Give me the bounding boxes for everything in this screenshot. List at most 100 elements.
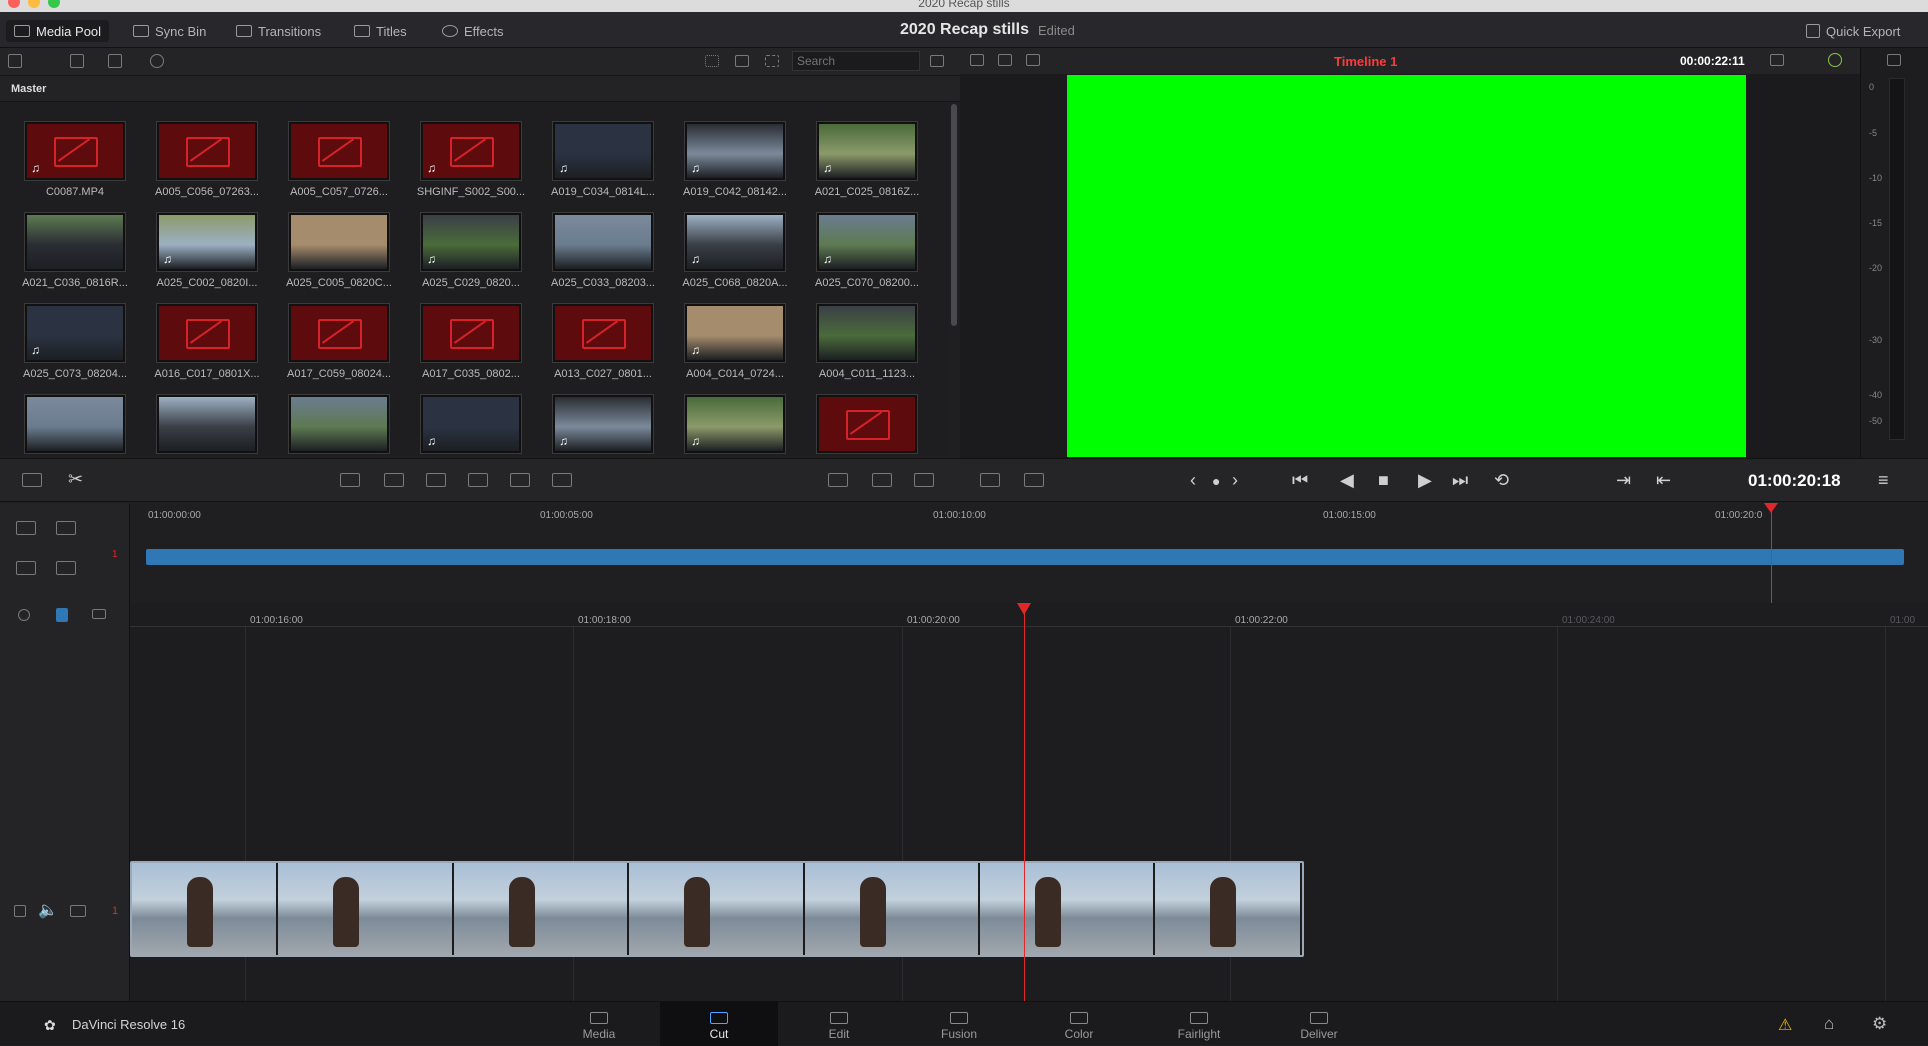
menu-icon[interactable]: ≡ [1878, 470, 1889, 491]
media-clip[interactable]: ♫ [548, 395, 658, 457]
media-clip[interactable]: ♫ [416, 395, 526, 457]
viewer-options-icon[interactable] [1024, 473, 1044, 487]
media-clip[interactable]: A017_C059_08024... [284, 304, 394, 386]
media-clip[interactable]: ♫ A019_C034_0814L... [548, 122, 658, 204]
media-clip[interactable]: ♫ SHGINF_S002_S00... [416, 122, 526, 204]
mark-out-icon[interactable]: ⇤ [1656, 470, 1671, 491]
media-clip[interactable]: A025_C005_0820C... [284, 213, 394, 295]
ripple-overwrite-icon[interactable] [426, 473, 446, 487]
picture-in-picture-icon[interactable] [872, 473, 892, 487]
page-tab-media[interactable]: Media [540, 1002, 658, 1046]
page-tab-fusion[interactable]: Fusion [900, 1002, 1018, 1046]
fit-to-fill-icon[interactable] [828, 473, 848, 487]
smart-insert-icon[interactable] [340, 473, 360, 487]
trim-icon[interactable] [56, 521, 76, 535]
jog-icon[interactable]: ● [1212, 473, 1220, 489]
media-clip[interactable]: A017_C035_0802... [416, 304, 526, 386]
media-clip[interactable]: A005_C056_07263... [152, 122, 262, 204]
media-clip[interactable] [284, 395, 394, 457]
media-clip[interactable]: A025_C033_08203... [548, 213, 658, 295]
append-icon[interactable] [384, 473, 404, 487]
thumbnail-view-icon[interactable] [705, 55, 719, 67]
settings-gear-icon[interactable]: ⚙ [1872, 1014, 1887, 1034]
scissors-icon[interactable]: ✂ [68, 469, 83, 490]
media-clip[interactable]: ♫ A025_C073_08204... [20, 304, 130, 386]
list-view-icon[interactable] [765, 55, 779, 67]
track-height-icon[interactable] [16, 561, 36, 575]
media-clip[interactable]: ♫ A025_C029_0820... [416, 213, 526, 295]
speaker-track-icon[interactable]: 🔈 [38, 900, 58, 920]
media-clip[interactable]: A005_C057_0726... [284, 122, 394, 204]
home-icon[interactable]: ⌂ [1824, 1014, 1834, 1034]
color-scope-icon[interactable] [1828, 53, 1842, 67]
media-clip[interactable] [812, 395, 922, 457]
play-icon[interactable]: ▶ [1418, 470, 1432, 491]
loop-icon[interactable]: ⟲ [1494, 470, 1509, 491]
media-clip[interactable]: A013_C027_0801... [548, 304, 658, 386]
effects-button[interactable]: Effects [442, 20, 504, 42]
media-clip[interactable]: ♫ A021_C025_0816Z... [812, 122, 922, 204]
page-tab-cut[interactable]: Cut [660, 1002, 778, 1046]
search-input[interactable] [792, 51, 920, 71]
page-tab-deliver[interactable]: Deliver [1260, 1002, 1378, 1046]
previous-icon[interactable]: ‹ [1190, 470, 1196, 491]
media-clip[interactable] [152, 395, 262, 457]
timeline-options-icon[interactable] [16, 521, 36, 535]
media-clip[interactable]: ♫ A025_C070_08200... [812, 213, 922, 295]
monitor-icon[interactable] [70, 905, 86, 917]
snapping-icon[interactable] [18, 609, 30, 621]
close-up-icon[interactable] [468, 473, 488, 487]
play-reverse-icon[interactable]: ◀ [1340, 470, 1354, 491]
media-clip[interactable]: ♫ C0087.MP4 [20, 122, 130, 204]
mark-in-icon[interactable]: ⇥ [1616, 470, 1631, 491]
lock-icon[interactable] [14, 905, 26, 917]
bin-list-toggle-icon[interactable] [8, 54, 22, 68]
sync-bin-button[interactable]: Sync Bin [133, 20, 206, 42]
warning-icon[interactable]: ⚠ [1778, 1015, 1792, 1035]
source-clip-icon[interactable] [970, 54, 984, 66]
media-clip[interactable]: ♫ [680, 395, 790, 457]
relink-icon[interactable] [150, 54, 164, 68]
go-to-end-icon[interactable]: ⏭ [1452, 470, 1468, 491]
transitions-button[interactable]: Transitions [236, 20, 321, 42]
page-tab-fairlight[interactable]: Fairlight [1140, 1002, 1258, 1046]
import-folder-icon[interactable] [108, 54, 122, 68]
filmstrip-view-icon[interactable] [735, 55, 749, 67]
transform-icon[interactable] [914, 473, 934, 487]
media-pool-scrollbar[interactable] [951, 104, 957, 326]
video-clip[interactable] [130, 861, 1304, 957]
upper-timeline-clip[interactable] [146, 549, 1904, 565]
media-clip[interactable]: A004_C011_1123... [812, 304, 922, 386]
place-on-top-icon[interactable] [510, 473, 530, 487]
sort-icon[interactable] [930, 55, 944, 67]
waveform-icon[interactable] [56, 561, 76, 575]
media-clip[interactable]: ♫ A025_C068_0820A... [680, 213, 790, 295]
upper-playhead[interactable] [1771, 503, 1772, 603]
lower-ruler[interactable] [130, 603, 1928, 627]
titles-button[interactable]: Titles [354, 20, 407, 42]
next-icon[interactable]: › [1232, 470, 1238, 491]
page-tab-edit[interactable]: Edit [780, 1002, 898, 1046]
media-clip[interactable]: ♫ A019_C042_08142... [680, 122, 790, 204]
lower-playhead[interactable] [1024, 603, 1025, 1001]
clip-view-icon[interactable] [980, 473, 1000, 487]
source-tape-icon[interactable] [998, 54, 1012, 66]
safe-area-icon[interactable] [1770, 54, 1784, 66]
marker-icon[interactable] [56, 608, 68, 622]
go-to-start-icon[interactable]: ⏮ [1292, 470, 1308, 491]
smart-indicator-icon[interactable] [22, 473, 42, 487]
media-clip[interactable]: A016_C017_0801X... [152, 304, 262, 386]
media-pool-button[interactable]: Media Pool [6, 20, 110, 42]
stop-icon[interactable]: ■ [1378, 470, 1389, 491]
media-clip[interactable]: ♫ A004_C014_0724... [680, 304, 790, 386]
source-overwrite-icon[interactable] [552, 473, 572, 487]
timeline-viewer-icon[interactable] [1026, 54, 1040, 66]
media-clip[interactable]: A021_C036_0816R... [20, 213, 130, 295]
flag-icon[interactable] [92, 609, 106, 619]
media-clip[interactable]: ♫ A025_C002_0820I... [152, 213, 262, 295]
import-media-icon[interactable] [70, 54, 84, 68]
page-tab-color[interactable]: Color [1020, 1002, 1138, 1046]
speaker-icon[interactable] [1887, 54, 1901, 66]
quick-export-button[interactable]: Quick Export [1806, 20, 1900, 42]
media-clip[interactable] [20, 395, 130, 457]
